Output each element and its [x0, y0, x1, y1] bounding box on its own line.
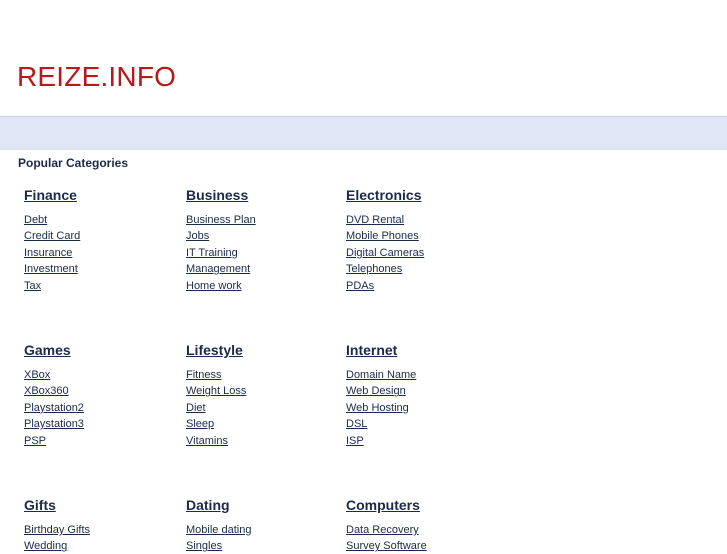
category-link[interactable]: ISP: [346, 435, 364, 447]
category-link[interactable]: Web Design: [346, 385, 406, 397]
category-link[interactable]: Investment: [24, 263, 78, 275]
category-links-games: XBox XBox360 Playstation2 Playstation3 P…: [24, 366, 174, 448]
category-link[interactable]: Management: [186, 263, 250, 275]
category-link[interactable]: Birthday Gifts: [24, 524, 90, 536]
category-link[interactable]: Wedding: [24, 540, 67, 552]
category-link[interactable]: Credit Card: [24, 230, 80, 242]
category-link[interactable]: XBox360: [24, 385, 69, 397]
category-links-finance: Debt Credit Card Insurance Investment Ta…: [24, 211, 174, 293]
category-link[interactable]: PDAs: [346, 280, 374, 292]
category-heading-electronics[interactable]: Electronics: [346, 185, 496, 205]
category-link[interactable]: IT Training: [186, 247, 238, 259]
category-link[interactable]: Web Hosting: [346, 402, 409, 414]
category-link[interactable]: Data Recovery: [346, 524, 419, 536]
category-link[interactable]: Sleep: [186, 418, 214, 430]
category-heading-dating[interactable]: Dating: [186, 495, 336, 515]
category-heading-lifestyle[interactable]: Lifestyle: [186, 340, 336, 360]
category-link[interactable]: Vitamins: [186, 435, 228, 447]
category-block-games: Games XBox XBox360 Playstation2 Playstat…: [24, 340, 174, 448]
category-link[interactable]: Telephones: [346, 263, 402, 275]
site-title-link[interactable]: REIZE.INFO: [17, 59, 176, 95]
popular-categories-title: Popular Categories: [18, 156, 129, 170]
site-header: REIZE.INFO: [0, 0, 727, 116]
category-link[interactable]: Diet: [186, 402, 206, 414]
category-link[interactable]: Digital Cameras: [346, 247, 424, 259]
category-heading-gifts[interactable]: Gifts: [24, 495, 174, 515]
category-link[interactable]: Home work: [186, 280, 242, 292]
category-heading-games[interactable]: Games: [24, 340, 174, 360]
category-heading-finance[interactable]: Finance: [24, 185, 174, 205]
category-heading-internet[interactable]: Internet: [346, 340, 496, 360]
category-link[interactable]: XBox: [24, 369, 50, 381]
category-link[interactable]: Fitness: [186, 369, 221, 381]
category-link[interactable]: DSL: [346, 418, 367, 430]
category-link[interactable]: Jobs: [186, 230, 209, 242]
category-block-electronics: Electronics DVD Rental Mobile Phones Dig…: [346, 185, 496, 293]
category-link[interactable]: Debt: [24, 214, 47, 226]
category-block-business: Business Business Plan Jobs IT Training …: [186, 185, 336, 293]
category-link[interactable]: PSP: [24, 435, 46, 447]
category-block-internet: Internet Domain Name Web Design Web Host…: [346, 340, 496, 448]
category-links-lifestyle: Fitness Weight Loss Diet Sleep Vitamins: [186, 366, 336, 448]
category-link[interactable]: Singles: [186, 540, 222, 552]
category-heading-business[interactable]: Business: [186, 185, 336, 205]
category-block-lifestyle: Lifestyle Fitness Weight Loss Diet Sleep…: [186, 340, 336, 448]
category-link[interactable]: DVD Rental: [346, 214, 404, 226]
category-links-internet: Domain Name Web Design Web Hosting DSL I…: [346, 366, 496, 448]
category-link[interactable]: Insurance: [24, 247, 72, 259]
category-links-gifts: Birthday Gifts Wedding: [24, 521, 174, 554]
header-band: [0, 116, 727, 150]
category-link[interactable]: Weight Loss: [186, 385, 246, 397]
category-link[interactable]: Mobile Phones: [346, 230, 419, 242]
category-link[interactable]: Survey Software: [346, 540, 427, 552]
category-link[interactable]: Mobile dating: [186, 524, 251, 536]
category-link[interactable]: Playstation2: [24, 402, 84, 414]
category-links-business: Business Plan Jobs IT Training Managemen…: [186, 211, 336, 293]
category-links-dating: Mobile dating Singles: [186, 521, 336, 554]
category-links-computers: Data Recovery Survey Software: [346, 521, 496, 554]
category-link[interactable]: Tax: [24, 280, 41, 292]
category-link[interactable]: Playstation3: [24, 418, 84, 430]
category-link[interactable]: Business Plan: [186, 214, 256, 226]
category-links-electronics: DVD Rental Mobile Phones Digital Cameras…: [346, 211, 496, 293]
category-link[interactable]: Domain Name: [346, 369, 416, 381]
category-block-finance: Finance Debt Credit Card Insurance Inves…: [24, 185, 174, 293]
category-heading-computers[interactable]: Computers: [346, 495, 496, 515]
